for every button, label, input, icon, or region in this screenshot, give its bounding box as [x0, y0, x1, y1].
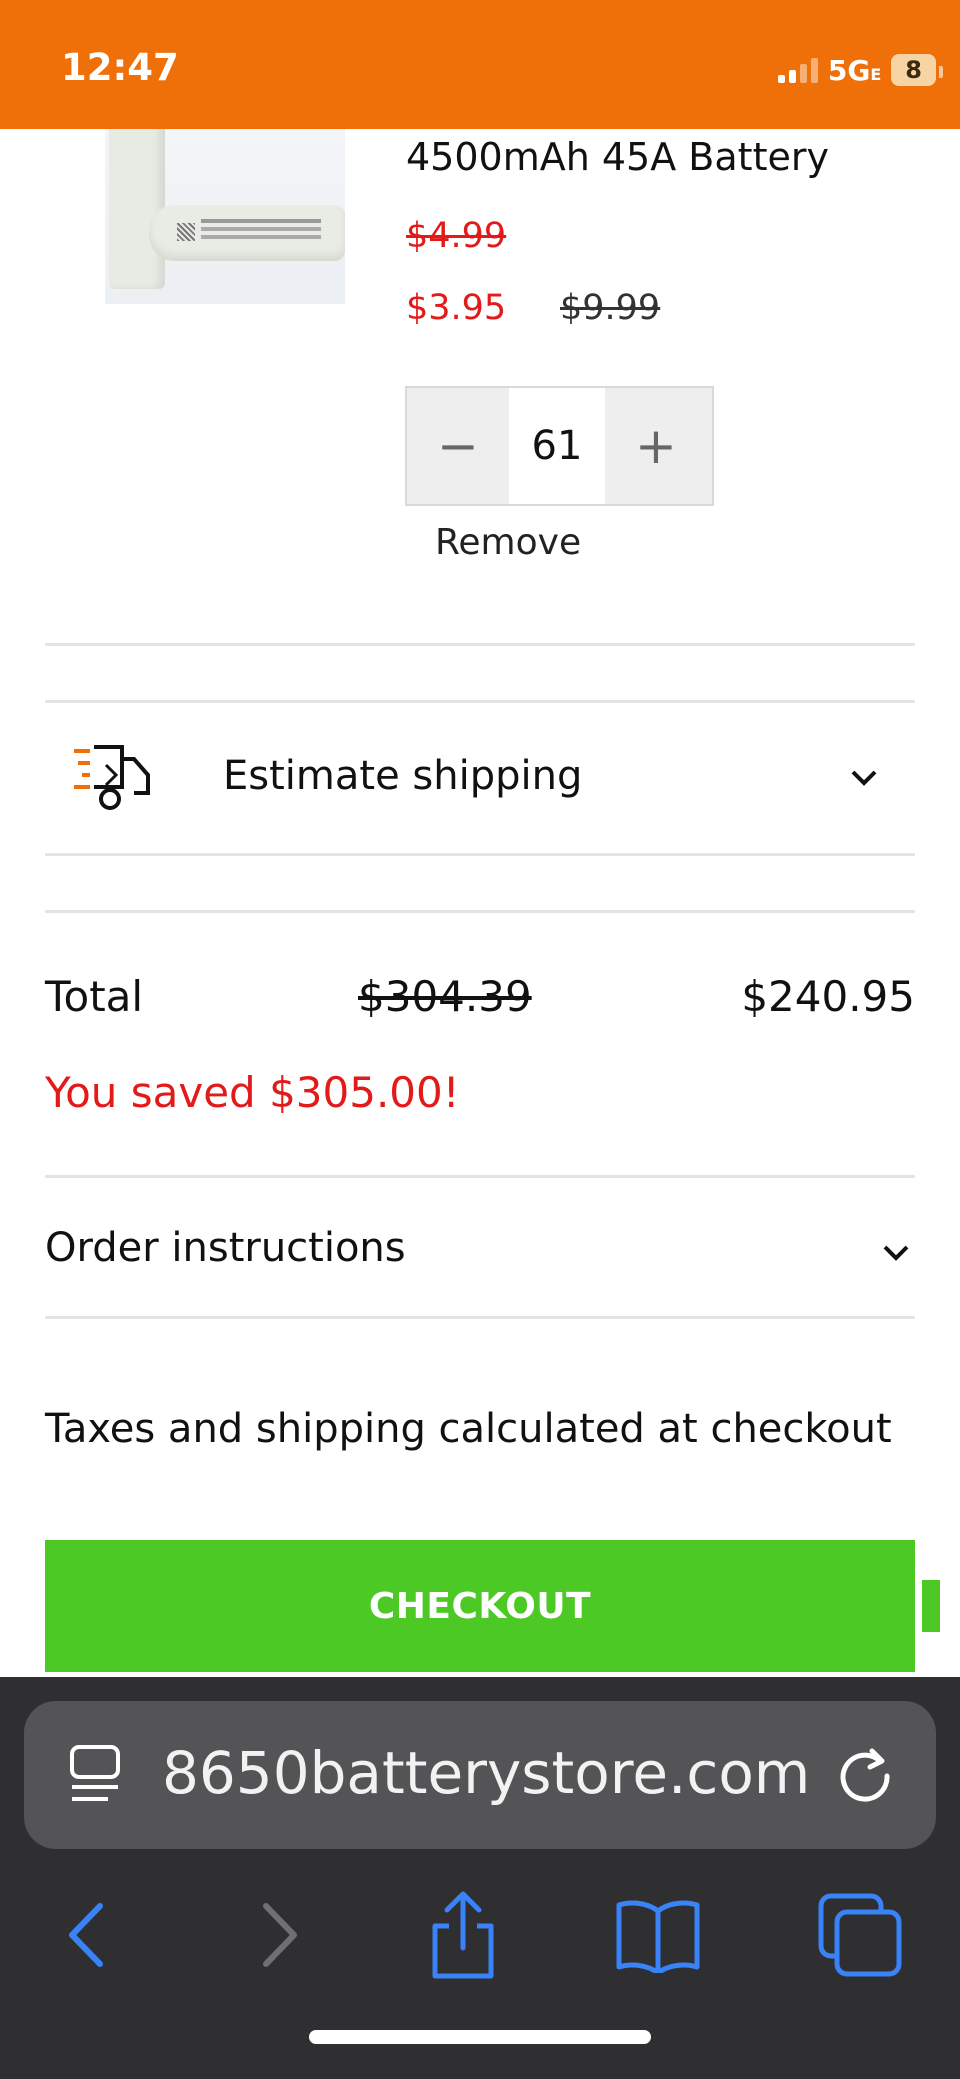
estimate-shipping-label: Estimate shipping: [223, 753, 583, 799]
forward-button[interactable]: [236, 1890, 326, 1980]
browser-nav-bar: [0, 1870, 960, 1980]
address-bar[interactable]: 8650batterystore.com: [24, 1701, 936, 1849]
url-text[interactable]: 8650batterystore.com: [162, 1739, 834, 1807]
total-final: $240.95: [741, 972, 915, 1021]
quantity-stepper: − 61 +: [405, 386, 714, 506]
tabs-button[interactable]: [815, 1890, 905, 1980]
total-label: Total: [45, 972, 144, 1021]
divider: [45, 853, 915, 856]
product-image[interactable]: [105, 129, 345, 304]
share-button[interactable]: [418, 1890, 508, 1980]
bookmarks-button[interactable]: [613, 1890, 703, 1980]
taxes-note: Taxes and shipping calculated at checkou…: [45, 1406, 892, 1452]
compare-at-price: $9.99: [560, 288, 661, 328]
cell-signal-icon: [777, 57, 818, 83]
share-icon: [432, 1891, 494, 1979]
reload-icon[interactable]: [834, 1745, 896, 1807]
divider: [45, 1175, 915, 1178]
divider: [45, 1316, 915, 1319]
estimate-shipping-toggle[interactable]: Estimate shipping: [45, 703, 915, 853]
forward-icon: [263, 1903, 297, 1967]
reader-icon[interactable]: [68, 1741, 124, 1811]
status-bar: 12:47 5GE 8: [0, 0, 960, 129]
chevron-down-icon[interactable]: [882, 1238, 910, 1266]
side-tab[interactable]: [922, 1580, 940, 1632]
quantity-input[interactable]: 61: [509, 388, 605, 504]
tabs-icon: [818, 1893, 902, 1977]
network-type: 5GE: [827, 53, 882, 87]
truck-icon: [74, 745, 150, 810]
divider: [45, 910, 915, 913]
status-indicators: 5GE 8: [777, 50, 943, 90]
order-instructions-toggle[interactable]: Order instructions: [45, 1225, 406, 1271]
decrement-button[interactable]: −: [407, 388, 509, 504]
product-title[interactable]: 4500mAh 45A Battery: [406, 135, 829, 179]
remove-button[interactable]: Remove: [435, 522, 581, 563]
divider: [45, 643, 915, 646]
total-original: $304.39: [358, 972, 532, 1021]
back-button[interactable]: [40, 1890, 130, 1980]
sale-price: $3.95: [406, 288, 507, 328]
savings-message: You saved $305.00!: [45, 1068, 460, 1117]
bookmarks-icon: [616, 1900, 700, 1973]
back-icon: [69, 1903, 103, 1967]
home-indicator[interactable]: [309, 2030, 651, 2044]
checkout-button[interactable]: CHECKOUT: [45, 1540, 915, 1672]
original-price: $4.99: [406, 216, 507, 256]
status-time: 12:47: [61, 46, 179, 89]
increment-button[interactable]: +: [605, 388, 707, 504]
battery-icon: 8: [891, 54, 943, 86]
chevron-down-icon: [850, 763, 878, 791]
